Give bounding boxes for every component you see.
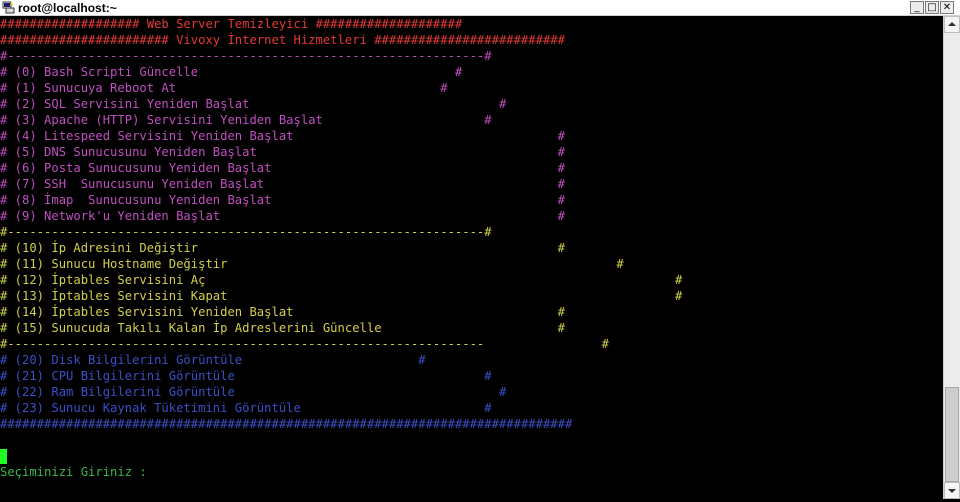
terminal-line: # (23) Sunucu Kaynak Tüketimini Görüntül… <box>0 401 492 415</box>
terminal-line: # (22) Ram Bilgilerini Görüntüle # <box>0 385 507 399</box>
terminal-line: # (1) Sunucuya Reboot At # <box>0 81 448 95</box>
vertical-scrollbar[interactable] <box>943 16 960 499</box>
terminal-line: ################### Web Server Temizleyi… <box>0 17 463 31</box>
terminal-line: # (10) İp Adresini Değiştir # <box>0 241 565 255</box>
terminal-line: #---------------------------------------… <box>0 49 492 63</box>
close-button[interactable]: ✕ <box>940 1 954 14</box>
terminal-line: # (13) İptables Servisini Kapat # <box>0 289 683 303</box>
terminal-line: # (7) SSH Sunucusunu Yeniden Başlat # <box>0 177 565 191</box>
terminal-line: # (6) Posta Sunucusunu Yeniden Başlat # <box>0 161 565 175</box>
window-titlebar[interactable]: root@localhost:~ _ □ ✕ <box>0 0 960 16</box>
terminal-line: #---------------------------------------… <box>0 225 492 239</box>
terminal-line: #---------------------------------------… <box>0 337 610 351</box>
terminal-line: ########################################… <box>0 417 573 431</box>
terminal-line: # (12) İptables Servisini Aç # <box>0 273 683 287</box>
terminal-line: # (21) CPU Bilgilerini Görüntüle # <box>0 369 492 383</box>
terminal-line: Seçiminizi Giriniz : <box>0 465 147 479</box>
terminal-line: # (5) DNS Sunucusunu Yeniden Başlat # <box>0 145 565 159</box>
terminal-line: # (9) Network'u Yeniden Başlat # <box>0 209 565 223</box>
terminal-line: # (2) SQL Servisini Yeniden Başlat # <box>0 97 507 111</box>
scroll-down-button[interactable] <box>944 482 960 499</box>
terminal-line: # (0) Bash Scripti Güncelle # <box>0 65 463 79</box>
terminal-line: # (8) İmap Sunucusunu Yeniden Başlat # <box>0 193 565 207</box>
window-title: root@localhost:~ <box>18 1 117 15</box>
terminal-output[interactable]: ################### Web Server Temizleyi… <box>0 16 943 499</box>
terminal-line: ####################### Vivoxy İnternet … <box>0 33 565 47</box>
terminal-line: # (11) Sunucu Hostname Değiştir # <box>0 257 624 271</box>
arrow-up-icon <box>948 22 956 26</box>
terminal-line: # (3) Apache (HTTP) Servisini Yeniden Ba… <box>0 113 492 127</box>
terminal-line: # (4) Litespeed Servisini Yeniden Başlat… <box>0 129 565 143</box>
maximize-button[interactable]: □ <box>925 1 939 14</box>
terminal-line: # (14) İptables Servisini Yeniden Başlat… <box>0 305 565 319</box>
putty-terminal-icon <box>2 1 15 14</box>
terminal-line: # (15) Sunucuda Takılı Kalan İp Adresler… <box>0 321 565 335</box>
terminal-line: # (20) Disk Bilgilerini Görüntüle # <box>0 353 426 367</box>
arrow-down-icon <box>948 489 956 493</box>
scrollbar-thumb[interactable] <box>945 387 959 482</box>
terminal-cursor <box>0 449 7 464</box>
scroll-up-button[interactable] <box>944 16 960 33</box>
minimize-button[interactable]: _ <box>910 1 924 14</box>
